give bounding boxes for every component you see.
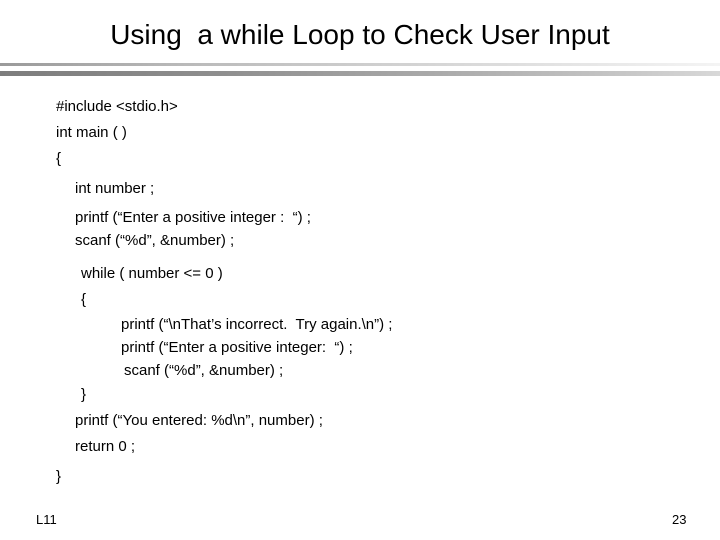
slide-canvas: Using a while Loop to Check User Input #… <box>0 0 720 540</box>
code-listing: #include <stdio.h> int main ( ) { int nu… <box>56 94 676 490</box>
code-line: } <box>81 386 87 403</box>
divider-rule-bottom <box>0 71 720 76</box>
code-line: printf (“Enter a positive integer: “) ; <box>121 339 353 356</box>
code-line: { <box>56 150 62 167</box>
code-line: printf (“Enter a positive integer : “) ; <box>75 209 311 226</box>
code-line: int number ; <box>75 180 155 197</box>
code-line: scanf (“%d”, &number) ; <box>124 362 284 379</box>
footer-label: L11 <box>36 512 57 527</box>
page-number: 23 <box>672 512 687 527</box>
code-line: scanf (“%d”, &number) ; <box>75 232 235 249</box>
title-divider <box>0 63 720 77</box>
code-line: int main ( ) <box>56 124 127 141</box>
code-line: printf (“You entered: %d\n”, number) ; <box>75 412 323 429</box>
code-line: #include <stdio.h> <box>56 98 178 115</box>
code-line: printf (“\nThat’s incorrect. Try again.\… <box>121 316 393 333</box>
page-title: Using a while Loop to Check User Input <box>110 19 610 50</box>
code-spacer <box>56 252 676 261</box>
slide-title-block: Using a while Loop to Check User Input <box>0 18 720 52</box>
code-line: return 0 ; <box>75 438 136 455</box>
code-line: while ( number <= 0 ) <box>81 265 223 282</box>
code-line: { <box>81 291 87 308</box>
code-line: } <box>56 468 62 485</box>
